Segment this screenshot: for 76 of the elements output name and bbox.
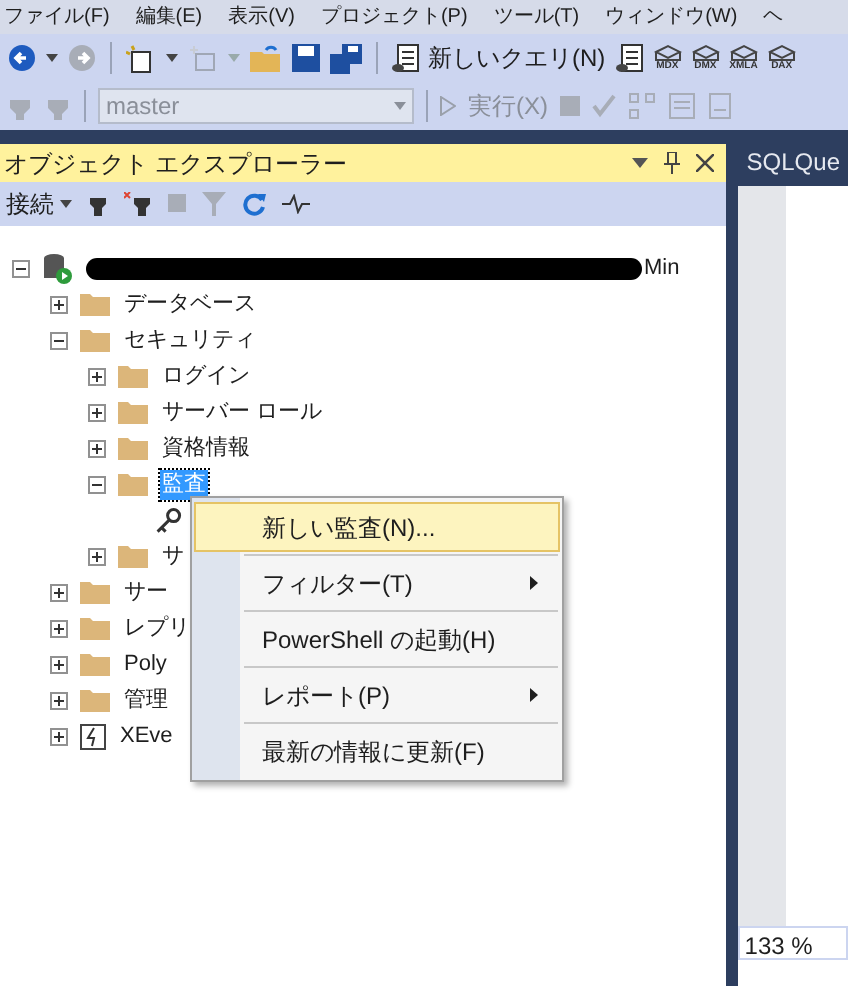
tree-item[interactable]: Min [642, 253, 682, 283]
zoom-level[interactable]: 133 % [738, 926, 848, 960]
activity-icon[interactable] [282, 193, 310, 213]
caret-icon [60, 199, 72, 207]
expand-icon[interactable] [88, 403, 106, 421]
caret-icon[interactable] [166, 54, 178, 62]
menu-item[interactable]: ファイル(F) [4, 2, 110, 32]
expand-icon[interactable] [50, 727, 68, 745]
pin-icon[interactable] [663, 152, 679, 174]
collapse-icon[interactable] [50, 331, 68, 349]
connect-button[interactable]: 接続 [6, 185, 72, 221]
expand-icon[interactable] [50, 295, 68, 313]
folder-icon [118, 436, 148, 460]
expand-icon[interactable] [88, 439, 106, 457]
refresh-icon[interactable] [242, 191, 266, 215]
menu-item[interactable]: 新しい監査(N)... [194, 502, 560, 552]
event-icon [80, 723, 106, 749]
menu-item[interactable]: レポート(P) [194, 670, 560, 720]
expand-icon[interactable] [50, 691, 68, 709]
folder-icon [80, 580, 110, 604]
back-icon[interactable] [8, 44, 36, 72]
menu-item[interactable]: ツール(T) [493, 2, 580, 32]
menu-item[interactable]: 最新の情報に更新(F) [194, 726, 560, 776]
save-all-icon[interactable] [330, 43, 362, 73]
menu-item[interactable]: フィルター(T) [194, 558, 560, 608]
checkmark-icon[interactable] [592, 94, 616, 118]
tree-item[interactable]: レプリ [122, 613, 192, 643]
tree-item[interactable]: サー [122, 577, 170, 607]
menu-item[interactable]: ヘ [763, 2, 784, 32]
folder-icon [80, 292, 110, 316]
folder-icon [80, 688, 110, 712]
menu-item[interactable]: ウィンドウ(W) [605, 2, 738, 32]
disconnect-icon[interactable] [124, 191, 152, 215]
document-icon[interactable] [615, 43, 644, 73]
tree-item[interactable]: セキュリティ [122, 325, 258, 355]
folder-icon [118, 472, 148, 496]
menu-item[interactable]: 編集(E) [135, 2, 203, 32]
menu-item[interactable]: プロジェクト(P) [320, 2, 468, 32]
new-query-button[interactable]: 新しいクエリ(N) [392, 40, 606, 76]
play-icon [440, 96, 456, 116]
tree-item[interactable]: サーバー ロール [160, 397, 325, 427]
tree-item[interactable]: データベース [122, 289, 258, 319]
folder-icon [80, 652, 110, 676]
open-folder-icon[interactable] [250, 44, 282, 72]
expand-icon[interactable] [50, 583, 68, 601]
expand-icon[interactable] [50, 655, 68, 673]
expand-icon[interactable] [88, 367, 106, 385]
folder-icon [118, 400, 148, 424]
document-tab[interactable]: SQLQue [738, 144, 848, 182]
tree-item[interactable]: XEve [118, 721, 175, 751]
folder-icon [118, 364, 148, 388]
expand-icon[interactable] [88, 547, 106, 565]
tree-item[interactable]: サ [160, 541, 186, 571]
database-server-icon [42, 252, 74, 284]
key-icon [156, 507, 182, 533]
folder-icon [118, 544, 148, 568]
expand-icon[interactable] [50, 619, 68, 637]
folder-icon [80, 328, 110, 352]
status-strip [738, 960, 848, 986]
close-icon[interactable] [695, 154, 713, 172]
panel-title: オブジェクト エクスプローラー [4, 147, 347, 181]
tree-item[interactable]: 管理 [122, 685, 170, 715]
new-item-icon[interactable] [126, 43, 156, 73]
tree-item[interactable]: ログイン [160, 361, 252, 391]
caret-icon [394, 102, 406, 110]
folder-icon [80, 616, 110, 640]
caret-icon[interactable] [631, 158, 647, 168]
collapse-icon[interactable] [88, 475, 106, 493]
caret-icon[interactable] [46, 54, 58, 62]
save-icon[interactable] [292, 44, 320, 72]
tree-item[interactable]: 資格情報 [160, 433, 252, 463]
tree-item[interactable]: Poly [122, 649, 169, 679]
menu-item[interactable]: PowerShell の起動(H) [194, 614, 560, 664]
menu-item[interactable]: 表示(V) [228, 2, 295, 32]
collapse-icon[interactable] [12, 259, 30, 277]
document-icon [392, 43, 420, 73]
